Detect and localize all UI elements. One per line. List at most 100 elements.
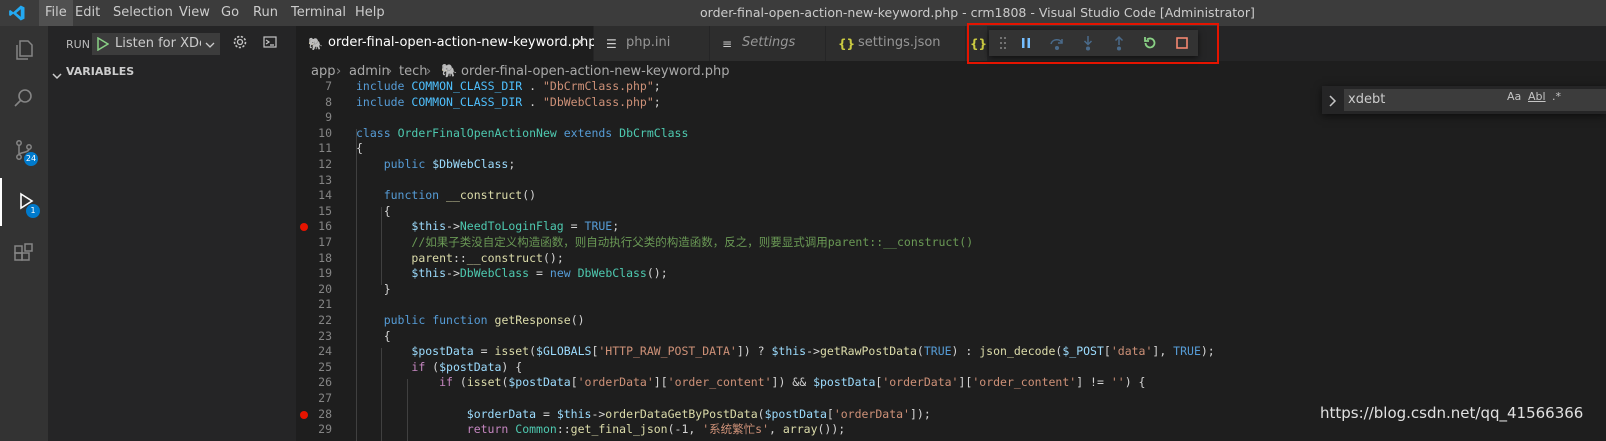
find-input[interactable]: xdebt — [1344, 89, 1606, 111]
menu-edit[interactable]: Edit — [75, 0, 100, 26]
menu-run[interactable]: Run — [253, 0, 278, 26]
chevron-down-icon — [52, 67, 62, 89]
code-line[interactable]: 24 $postData = isset($GLOBALS['HTTP_RAW_… — [296, 344, 1606, 360]
chevron-right-icon[interactable] — [1328, 93, 1338, 112]
chevron-right-icon: › — [336, 64, 342, 79]
code-text: $this->DbWebClass = new DbWebClass(); — [411, 266, 668, 281]
vscode-logo-icon — [0, 0, 34, 26]
code-text: parent::__construct(); — [411, 250, 564, 265]
code-text: $orderData = $this->orderDataGetByPostDa… — [466, 406, 931, 421]
line-number: 9 — [325, 110, 332, 125]
code-text: if (isset($postData['orderData']['order_… — [439, 375, 1146, 390]
line-number: 27 — [318, 391, 332, 405]
extensions-icon[interactable] — [0, 230, 48, 278]
drag-handle-icon[interactable] — [993, 33, 1013, 53]
code-line[interactable]: 11 { — [296, 141, 1606, 157]
tab-settings-json[interactable]: {} settings.json — [826, 26, 966, 61]
code-text: function __construct() — [383, 188, 537, 203]
code-editor[interactable]: 7 include COMMON_CLASS_DIR . "DbCrmClass.… — [296, 79, 1606, 441]
breadcrumb-item[interactable]: app — [311, 64, 335, 79]
watermark: https://blog.csdn.net/qq_41566366 — [1320, 404, 1584, 422]
code-line[interactable]: 13 — [296, 173, 1606, 189]
step-into-icon[interactable] — [1078, 33, 1098, 53]
code-text: { — [356, 141, 363, 156]
variables-label: VARIABLES — [66, 65, 135, 78]
tab-json-partial[interactable]: {} — [966, 26, 988, 61]
code-line[interactable]: 26 if (isset($postData['orderData']['ord… — [296, 375, 1606, 391]
tab-settings[interactable]: ≡ Settings — [710, 26, 826, 61]
code-line[interactable]: 22 public function getResponse() — [296, 313, 1606, 329]
code-text: class OrderFinalOpenActionNew extends Db… — [356, 125, 689, 140]
file-icon: ☰ — [606, 37, 617, 51]
code-line[interactable]: 14 function __construct() — [296, 188, 1606, 204]
code-line[interactable]: 16 $this->NeedToLoginFlag = TRUE; — [296, 219, 1606, 235]
regex-toggle[interactable]: .* — [1552, 90, 1561, 103]
step-over-icon[interactable] — [1047, 33, 1067, 53]
line-number: 24 — [318, 344, 332, 359]
search-icon[interactable] — [0, 74, 48, 122]
code-text: include COMMON_CLASS_DIR . "DbWebClass.p… — [356, 94, 661, 109]
code-line[interactable]: 17 //如果子类没自定义构造函数，则自动执行父类的构造函数，反之，则要显式调用… — [296, 235, 1606, 251]
json-braces-icon: {} — [970, 37, 988, 51]
tab-label: order-final-open-action-new-keyword.php — [328, 35, 597, 50]
pause-icon[interactable] — [1016, 33, 1036, 53]
code-text: { — [356, 203, 391, 218]
code-text: include COMMON_CLASS_DIR . "DbCrmClass.p… — [356, 79, 661, 93]
start-debug-icon[interactable] — [97, 36, 110, 55]
line-number: 12 — [318, 157, 332, 171]
code-text: public function getResponse() — [383, 313, 585, 327]
restart-icon[interactable] — [1140, 33, 1160, 53]
code-line[interactable]: 10 class OrderFinalOpenActionNew extends … — [296, 126, 1606, 142]
breadcrumb-item[interactable]: tech — [399, 64, 427, 79]
menu-view[interactable]: View — [179, 0, 210, 26]
gear-icon[interactable] — [232, 34, 248, 54]
line-number: 21 — [318, 297, 332, 312]
menu-help[interactable]: Help — [355, 0, 385, 26]
code-line[interactable]: 15 { — [296, 204, 1606, 220]
menu-terminal[interactable]: Terminal — [291, 0, 346, 26]
stop-icon[interactable] — [1172, 33, 1192, 53]
close-icon[interactable]: × — [574, 35, 585, 50]
source-control-icon[interactable]: 24 — [0, 126, 48, 174]
run-debug-icon[interactable]: 1 — [0, 178, 48, 226]
code-text: } — [356, 281, 391, 296]
code-line[interactable]: 29 return Common::get_final_json(-1, '系统… — [296, 422, 1606, 438]
menu-selection[interactable]: Selection — [113, 0, 173, 26]
tab-label: settings.json — [858, 35, 941, 50]
line-number: 13 — [318, 172, 332, 187]
breadcrumb-item[interactable]: admin — [349, 64, 390, 79]
window-title: order-final-open-action-new-keyword.php … — [700, 5, 1255, 20]
code-line[interactable]: 23 { — [296, 329, 1606, 345]
code-line[interactable]: 18 parent::__construct(); — [296, 251, 1606, 267]
code-line[interactable]: 21 — [296, 297, 1606, 313]
tab-php-ini[interactable]: ☰ php.ini — [594, 26, 710, 61]
explorer-icon[interactable] — [0, 26, 48, 74]
match-case-toggle[interactable]: Aa — [1507, 90, 1521, 103]
line-number: 23 — [318, 328, 332, 343]
line-number: 18 — [318, 250, 332, 265]
line-number: 19 — [318, 266, 332, 281]
code-line[interactable]: 19 $this->DbWebClass = new DbWebClass(); — [296, 266, 1606, 282]
line-number: 20 — [318, 281, 332, 296]
breadcrumb-item[interactable]: order-final-open-action-new-keyword.php — [461, 64, 729, 79]
line-number: 14 — [318, 188, 332, 203]
line-number: 15 — [318, 203, 332, 218]
chevron-down-icon — [205, 39, 215, 54]
run-label: RUN — [66, 38, 90, 51]
step-out-icon[interactable] — [1109, 33, 1129, 53]
code-line[interactable]: 25 if ($postData) { — [296, 360, 1606, 376]
debug-config-select[interactable]: Listen for XDebug — [92, 33, 220, 55]
menu-go[interactable]: Go — [221, 0, 239, 26]
menu-file[interactable]: File — [39, 0, 73, 26]
code-line[interactable]: 12 public $DbWebClass; — [296, 157, 1606, 173]
debug-console-icon[interactable] — [262, 34, 278, 54]
code-text: { — [356, 328, 391, 343]
code-line[interactable]: 20 } — [296, 282, 1606, 298]
tab-order-final-php[interactable]: 🐘 order-final-open-action-new-keyword.ph… — [296, 26, 597, 61]
match-whole-word-toggle[interactable]: Abl — [1528, 90, 1546, 103]
json-braces-icon: {} — [838, 37, 856, 51]
variables-section-header[interactable]: VARIABLES — [48, 61, 296, 83]
tab-label: Settings — [742, 35, 796, 50]
tab-label: php.ini — [626, 35, 671, 50]
title-bar: File Edit Selection View Go Run Terminal… — [0, 0, 1606, 26]
